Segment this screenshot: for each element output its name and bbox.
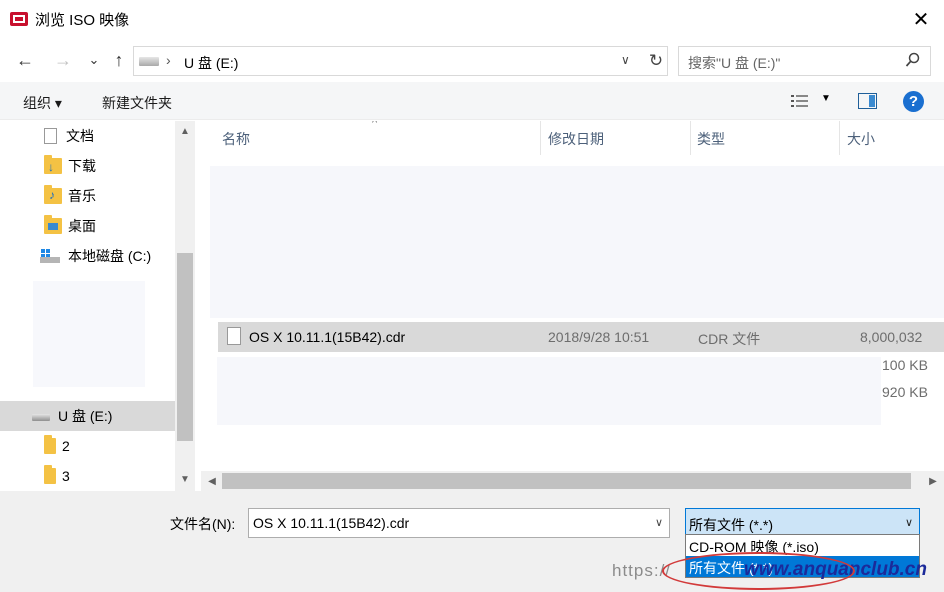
chevron-down-icon: ⌄ [88,52,100,67]
close-icon: ✕ [912,8,930,31]
sidebar-item-downloads[interactable]: ↓ 下载 [44,151,96,181]
filename-value[interactable]: OS X 10.11.1(15B42).cdr [253,515,409,531]
sidebar-item-documents[interactable]: 文档 [44,121,94,151]
scrollbar-thumb[interactable] [177,253,193,441]
title-bar: 浏览 ISO 映像 ✕ [0,0,944,38]
preview-pane-icon[interactable] [858,93,877,109]
organize-button[interactable]: 组织 ▾ [23,93,62,113]
file-size: 100 KB [882,357,928,373]
column-divider[interactable] [839,121,840,155]
recent-locations-button[interactable]: ⌄ [82,48,106,72]
scroll-down-icon[interactable]: ▼ [175,471,195,487]
back-button[interactable]: ← [13,48,37,72]
obscured-area [210,166,944,318]
sidebar-item-usb-drive[interactable]: U 盘 (E:) [0,401,175,431]
column-header-name[interactable]: 名称 [222,129,250,149]
sidebar-item-label: 桌面 [68,218,96,234]
desktop-folder-icon [44,215,62,234]
column-header-modified[interactable]: 修改日期 [548,129,604,149]
column-divider[interactable] [540,121,541,155]
close-button[interactable]: ✕ [898,0,944,38]
sidebar-item-label: 文档 [66,128,94,144]
navigation-bar: ← → ⌄ ↑ › U 盘 (E:) ∨ ↻ 搜索"U 盘 (E:)" [0,42,944,78]
table-row[interactable]: OS X 10.11.1(15B42).cdr 2018/9/28 10:51 … [218,322,944,352]
usb-drive-icon [139,57,159,66]
download-folder-icon: ↓ [44,155,62,174]
document-icon [44,128,57,144]
sidebar-item-music[interactable]: ♪ 音乐 [44,181,96,211]
address-bar[interactable]: › U 盘 (E:) ∨ ↻ [133,46,668,76]
filename-label: 文件名(N): [170,516,236,532]
file-type-value: 所有文件 (*.*) [689,517,773,533]
new-folder-button[interactable]: 新建文件夹 [102,93,172,113]
help-icon[interactable]: ? [903,91,924,112]
chevron-down-icon[interactable]: ∨ [655,516,663,529]
column-header-size[interactable]: 大小 [847,129,875,149]
app-icon [10,12,28,26]
filename-field[interactable]: OS X 10.11.1(15B42).cdr ∨ [248,508,670,538]
column-divider[interactable] [690,121,691,155]
folder-icon [44,465,56,484]
chevron-down-icon[interactable]: ∨ [905,516,913,529]
forward-button[interactable]: → [51,48,75,72]
breadcrumb-separator-icon: › [166,52,171,68]
address-dropdown-icon[interactable]: ∨ [621,53,630,67]
sidebar-item-label: 下载 [68,158,96,174]
view-dropdown-icon[interactable]: ▼ [821,93,831,104]
address-path[interactable]: U 盘 (E:) [184,53,238,73]
folder-icon [44,435,56,454]
sidebar-item-label: 音乐 [68,188,96,204]
sidebar-scrollbar[interactable]: ▲ ▼ [175,121,195,491]
search-placeholder: 搜索"U 盘 (E:)" [688,55,781,71]
obscured-area [33,281,145,387]
file-name: OS X 10.11.1(15B42).cdr [249,329,406,345]
sidebar-item-folder-3[interactable]: 3 [44,461,70,491]
forward-arrow-icon: → [54,49,72,70]
sidebar-item-label: 3 [62,468,70,484]
scrollbar-thumb[interactable] [222,473,911,489]
music-folder-icon: ♪ [44,185,62,204]
refresh-icon[interactable]: ↻ [645,49,667,73]
windows-drive-icon [40,248,62,264]
column-header-type[interactable]: 类型 [697,129,725,149]
sidebar-item-label: 2 [62,438,70,454]
sidebar-item-label: 本地磁盘 (C:) [68,248,152,264]
search-input[interactable]: 搜索"U 盘 (E:)" [678,46,931,76]
annotation-ellipse [662,552,855,590]
scroll-right-icon[interactable]: ▶ [924,473,942,489]
up-button[interactable]: ↑ [107,48,131,72]
view-options-icon[interactable] [791,94,809,108]
file-type: CDR 文件 [698,331,761,347]
up-arrow-icon: ↑ [114,49,124,70]
command-toolbar: 组织 ▾ 新建文件夹 ▼ ? [0,82,944,120]
usb-drive-icon [32,408,52,424]
navigation-pane: 文档 ↓ 下载 ♪ 音乐 桌面 本地磁盘 (C:) U 盘 (E:) 2 3 [0,121,196,491]
sidebar-item-label: U 盘 (E:) [58,408,113,424]
file-size: 8,000,032 [860,329,923,345]
sidebar-item-folder-2[interactable]: 2 [44,431,70,461]
sidebar-item-local-disk[interactable]: 本地磁盘 (C:) [40,241,151,271]
file-icon [227,327,241,345]
search-icon [905,52,920,67]
file-list: ^ 名称 修改日期 类型 大小 OS X 10.11.1(15B42).cdr … [201,121,944,491]
sort-ascending-icon: ^ [372,121,378,129]
file-size: 920 KB [882,384,928,400]
scroll-left-icon[interactable]: ◀ [203,473,221,489]
obscured-area [217,357,881,425]
sidebar-item-desktop[interactable]: 桌面 [44,211,96,241]
window-title: 浏览 ISO 映像 [35,12,130,29]
back-arrow-icon: ← [16,49,34,70]
file-list-scrollbar[interactable]: ◀ ▶ [201,471,944,491]
scroll-up-icon[interactable]: ▲ [175,123,195,139]
file-modified: 2018/9/28 10:51 [548,329,650,345]
